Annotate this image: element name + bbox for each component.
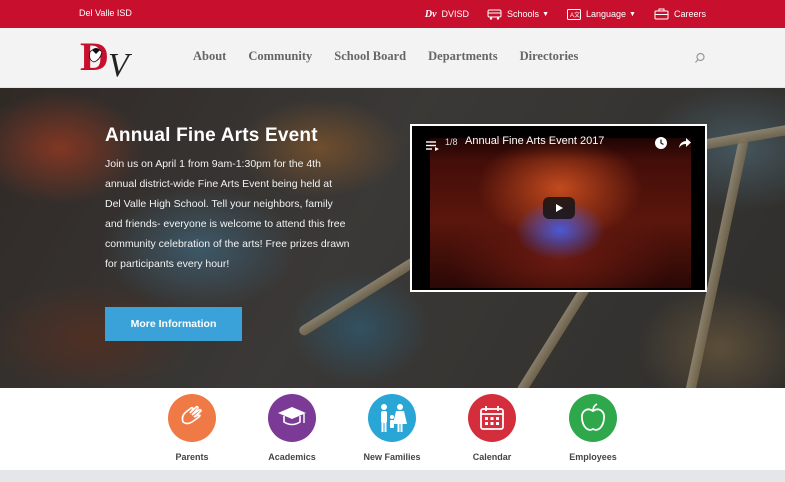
footer-strip [0, 470, 785, 482]
share-icon[interactable] [678, 136, 692, 155]
playlist-counter: 1/8 [445, 137, 458, 147]
apple-icon [569, 394, 617, 442]
quick-link-calendar[interactable]: Calendar [452, 394, 532, 462]
calendar-icon [468, 394, 516, 442]
quick-link-new-families[interactable]: New Families [352, 394, 432, 462]
utility-link-schools[interactable]: Schools ▼ [487, 6, 549, 22]
chevron-down-icon: ▼ [629, 10, 636, 18]
nav-item-school-board[interactable]: School Board [334, 49, 406, 64]
nav-item-community[interactable]: Community [248, 49, 312, 64]
video-title[interactable]: Annual Fine Arts Event 2017 [465, 135, 604, 147]
utility-link-language[interactable]: A文 Language ▼ [567, 6, 636, 22]
top-utility-bar: Del Valle ISD Dv DVISD Schools ▼ A文 Lang… [0, 0, 785, 28]
graduation-cap-icon [268, 394, 316, 442]
utility-link-careers[interactable]: Careers [654, 6, 706, 22]
more-information-button[interactable]: More Information [105, 307, 242, 341]
quick-link-label: Calendar [472, 452, 512, 462]
quick-link-label: Academics [268, 452, 316, 462]
nav-item-departments[interactable]: Departments [428, 49, 497, 64]
main-nav: About Community School Board Departments… [193, 49, 578, 64]
utility-link-label: Schools [507, 9, 540, 19]
quick-link-employees[interactable]: Employees [553, 394, 633, 462]
family-icon [368, 394, 416, 442]
quick-links: Parents Academics New Families Calendar … [0, 388, 785, 470]
hero-banner: Annual Fine Arts Event Join us on April … [0, 88, 785, 388]
video-player[interactable]: 1/8 Annual Fine Arts Event 2017 [410, 124, 707, 292]
school-bus-icon [487, 9, 502, 20]
hands-icon [168, 394, 216, 442]
utility-link-label: Careers [673, 9, 706, 19]
quick-link-parents[interactable]: Parents [152, 394, 232, 462]
site-brand-link[interactable]: Del Valle ISD [79, 8, 132, 18]
briefcase-icon [654, 8, 669, 20]
svg-text:V: V [108, 47, 133, 80]
nav-item-about[interactable]: About [193, 49, 226, 64]
hero-title: Annual Fine Arts Event [105, 125, 318, 146]
dv-logo-icon: Dv [424, 8, 437, 20]
site-header: D V About Community School Board Departm… [0, 28, 785, 88]
utility-link-dvisd[interactable]: Dv DVISD [425, 6, 469, 22]
quick-link-label: Employees [569, 452, 617, 462]
dv-logo[interactable]: D V [80, 34, 150, 84]
quick-link-academics[interactable]: Academics [252, 394, 332, 462]
play-button[interactable] [543, 197, 575, 219]
language-icon: A文 [567, 8, 581, 20]
chevron-down-icon: ▼ [542, 10, 549, 18]
playlist-icon[interactable] [426, 138, 440, 156]
nav-item-directories[interactable]: Directories [520, 49, 579, 64]
hero-description: Join us on April 1 from 9am-1:30pm for t… [105, 158, 350, 270]
utility-link-label: Language [586, 9, 627, 19]
quick-link-label: Parents [175, 452, 209, 462]
svg-text:A文: A文 [570, 11, 580, 19]
watch-later-icon[interactable] [654, 136, 668, 155]
utility-links: Dv DVISD Schools ▼ A文 Language ▼ Careers [425, 6, 706, 22]
search-icon[interactable] [694, 51, 708, 65]
quick-link-label: New Families [363, 452, 421, 462]
utility-link-label: DVISD [441, 9, 470, 19]
